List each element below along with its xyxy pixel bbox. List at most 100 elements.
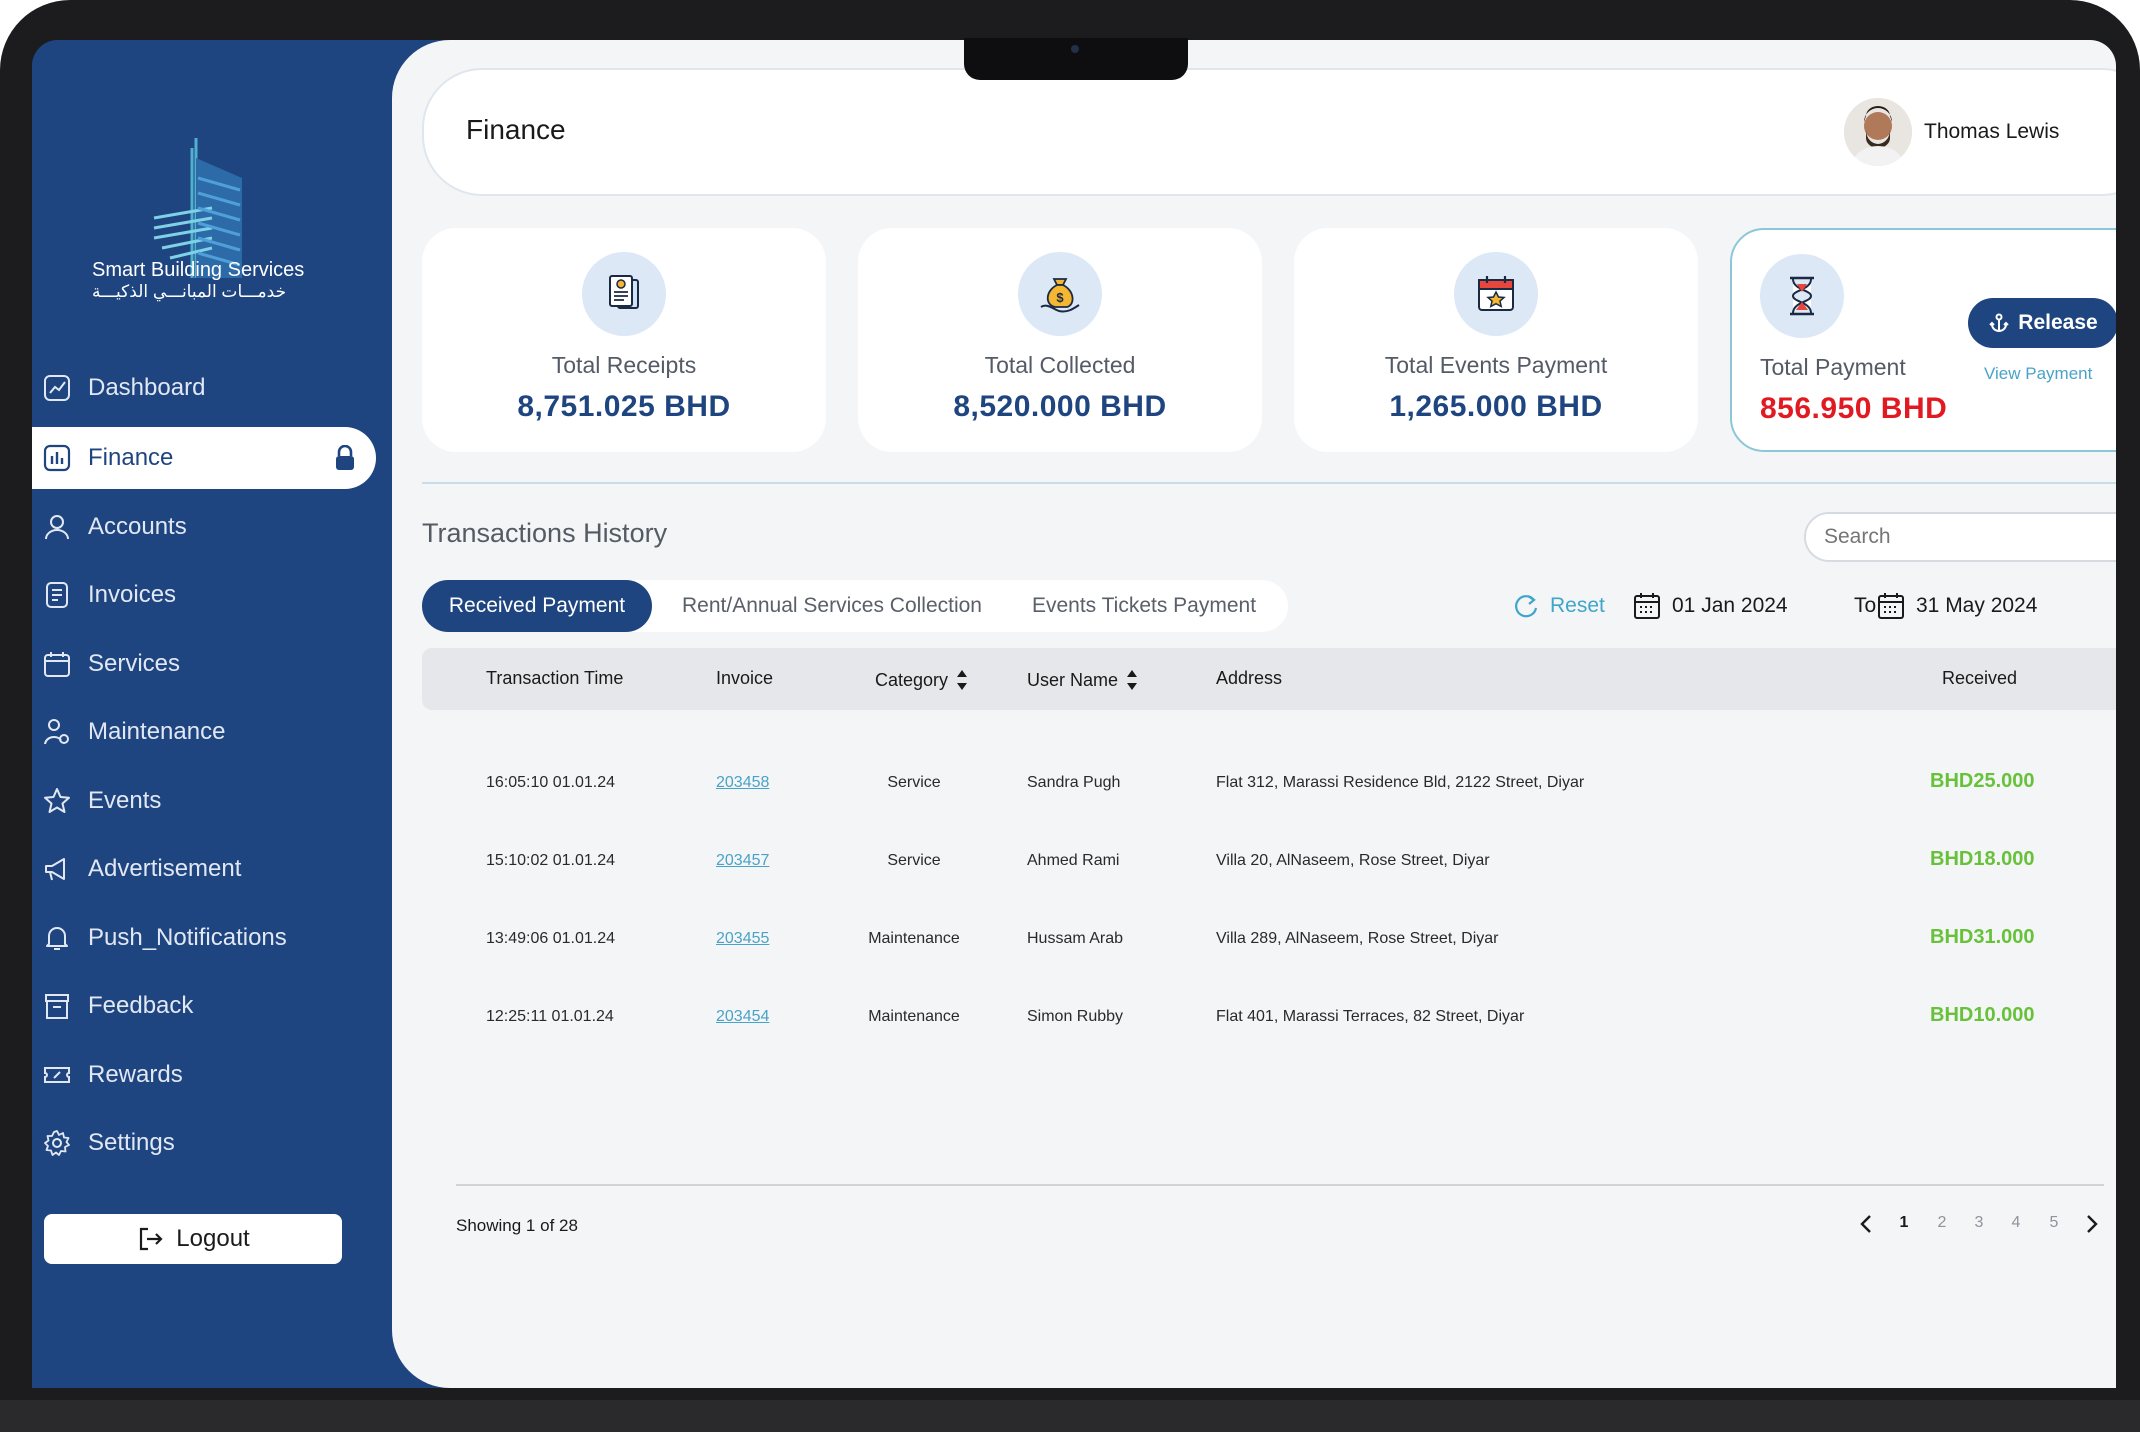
tab-events-tickets-payment[interactable]: Events Tickets Payment	[1012, 580, 1276, 632]
column-category[interactable]: Category	[875, 668, 968, 692]
chevron-left-icon[interactable]	[1856, 1212, 1878, 1236]
sidebar-item-label: Push_Notifications	[88, 923, 287, 951]
sidebar-item-accounts[interactable]: Accounts	[32, 493, 392, 562]
card-label: Total Payment	[1760, 354, 1906, 380]
brand-name: Smart Building Services	[92, 259, 305, 281]
page-2[interactable]: 2	[1932, 1214, 1952, 1232]
camera-notch	[964, 38, 1188, 80]
table-row[interactable]: 12:25:11 01.01.24 203454 Maintenance Sim…	[422, 980, 2116, 1058]
release-label: Release	[2018, 311, 2098, 334]
table-row[interactable]: 15:10:02 01.01.24 203457 Service Ahmed R…	[422, 824, 2116, 902]
user-name[interactable]: Thomas Lewis	[1924, 120, 2059, 144]
column-transaction-time: Transaction Time	[486, 668, 624, 688]
sidebar-item-services[interactable]: Services	[32, 630, 392, 699]
cell-user-name: Sandra Pugh	[1027, 774, 1121, 791]
bell-icon	[46, 926, 68, 950]
cell-invoice-link[interactable]: 203457	[716, 852, 769, 870]
event-calendar-icon	[1478, 276, 1514, 311]
reset-button[interactable]: Reset	[1512, 586, 1605, 626]
sidebar-item-settings[interactable]: Settings	[32, 1109, 392, 1178]
date-to-picker[interactable]: 31 May 2024	[1876, 586, 2037, 626]
sidebar-item-events[interactable]: Events	[32, 767, 392, 836]
search-box	[1804, 512, 2116, 562]
page-1[interactable]: 1	[1894, 1214, 1914, 1232]
tab-received-payment[interactable]: Received Payment	[422, 580, 652, 632]
logout-icon	[140, 1227, 163, 1251]
card-value: 8,520.000 BHD	[953, 390, 1167, 423]
table-row[interactable]: 16:05:10 01.01.24 203458 Service Sandra …	[422, 746, 2116, 824]
sidebar-item-label: Services	[88, 649, 181, 677]
column-received: Received	[1942, 668, 2018, 688]
calendar-icon	[1878, 593, 1904, 619]
column-category-label: Category	[875, 669, 949, 690]
page-header: Finance Thomas Lewis	[422, 68, 2116, 196]
anchor-icon	[1989, 313, 2010, 333]
card-icon-circle	[582, 252, 666, 336]
card-total-events-payment: Total Events Payment 1,265.000 BHD	[1294, 228, 1698, 452]
page-5[interactable]: 5	[2044, 1214, 2064, 1232]
avatar[interactable]	[1844, 98, 1912, 166]
column-address: Address	[1216, 668, 1283, 688]
column-user-name-label: User Name	[1027, 669, 1119, 690]
user-icon	[45, 514, 69, 539]
dashboard-chart-icon	[44, 375, 70, 402]
finance-icon	[43, 444, 71, 471]
cell-category: Maintenance	[868, 930, 960, 947]
view-payment-link[interactable]: View Payment	[1984, 364, 2092, 384]
column-user-name[interactable]: User Name	[1027, 668, 1138, 692]
device-frame: Smart Building Services خدمـــات المبانـ…	[0, 0, 2140, 1432]
brand-arabic-name: خدمـــات المبانـــي الذكيـــة	[92, 282, 287, 301]
cell-address: Flat 401, Marassi Terraces, 82 Street, D…	[1216, 1008, 1525, 1025]
logout-button[interactable]: Logout	[44, 1214, 342, 1264]
ticket-icon	[44, 1066, 70, 1083]
sidebar-item-label: Events	[88, 786, 162, 814]
cell-invoice-link[interactable]: 203454	[716, 1008, 769, 1026]
card-value: 856.950 BHD	[1760, 392, 1948, 425]
cell-category: Service	[887, 852, 941, 869]
invoice-icon	[46, 582, 68, 609]
date-from: 01 Jan 2024	[1672, 594, 1788, 617]
cell-invoice-link[interactable]: 203458	[716, 774, 769, 792]
search-input[interactable]	[1824, 524, 2084, 550]
sidebar-item-feedback[interactable]: Feedback	[32, 972, 392, 1041]
lock-icon	[336, 444, 354, 470]
cell-time: 16:05:10 01.01.24	[486, 774, 616, 791]
cell-address: Flat 312, Marassi Residence Bld, 2122 St…	[1216, 774, 1585, 791]
cell-time: 12:25:11 01.01.24	[486, 1008, 614, 1025]
tab-rent-annual-services[interactable]: Rent/Annual Services Collection	[662, 580, 1002, 632]
cell-user-name: Hussam Arab	[1027, 930, 1124, 947]
chevron-right-icon[interactable]	[2080, 1212, 2102, 1236]
sidebar-item-invoices[interactable]: Invoices	[32, 561, 392, 630]
table-row[interactable]: 13:49:06 01.01.24 203455 Maintenance Hus…	[422, 902, 2116, 980]
sidebar-item-dashboard[interactable]: Dashboard	[32, 354, 392, 423]
avatar-photo-icon	[1844, 98, 1912, 166]
release-button[interactable]: Release	[1968, 298, 2116, 348]
cell-category: Service	[887, 774, 941, 791]
section-divider	[422, 482, 2116, 484]
cell-time: 13:49:06 01.01.24	[486, 930, 616, 947]
table-header: Transaction Time Invoice Category User N…	[422, 648, 2116, 710]
receipt-icon	[609, 275, 639, 309]
cell-received: BHD10.000	[1930, 1004, 2035, 1026]
sidebar-item-advertisement[interactable]: Advertisement	[32, 835, 392, 904]
page-3[interactable]: 3	[1969, 1214, 1989, 1232]
cell-received: BHD18.000	[1930, 848, 2035, 870]
hourglass-icon	[1790, 276, 1814, 316]
device-bottom-bezel	[0, 1400, 2140, 1432]
sidebar-item-push-notifications[interactable]: Push_Notifications	[32, 904, 392, 973]
archive-icon	[45, 994, 69, 1020]
sidebar-item-label: Invoices	[88, 581, 177, 609]
date-from-picker[interactable]: 01 Jan 2024	[1632, 586, 1788, 626]
card-label: Total Events Payment	[1384, 352, 1608, 378]
date-to: 31 May 2024	[1916, 594, 2038, 617]
sidebar-item-finance[interactable]: Finance	[32, 426, 376, 489]
sidebar-item-label: Maintenance	[88, 718, 226, 746]
sidebar-item-rewards[interactable]: Rewards	[32, 1041, 392, 1110]
card-value: 8,751.025 BHD	[517, 390, 731, 423]
cell-address: Villa 20, AlNaseem, Rose Street, Diyar	[1216, 852, 1490, 869]
sidebar-item-maintenance[interactable]: Maintenance	[32, 698, 392, 767]
maintenance-icon	[44, 719, 69, 745]
page-4[interactable]: 4	[2006, 1214, 2026, 1232]
cell-invoice-link[interactable]: 203455	[716, 930, 769, 948]
svg-text:$: $	[1056, 290, 1064, 305]
